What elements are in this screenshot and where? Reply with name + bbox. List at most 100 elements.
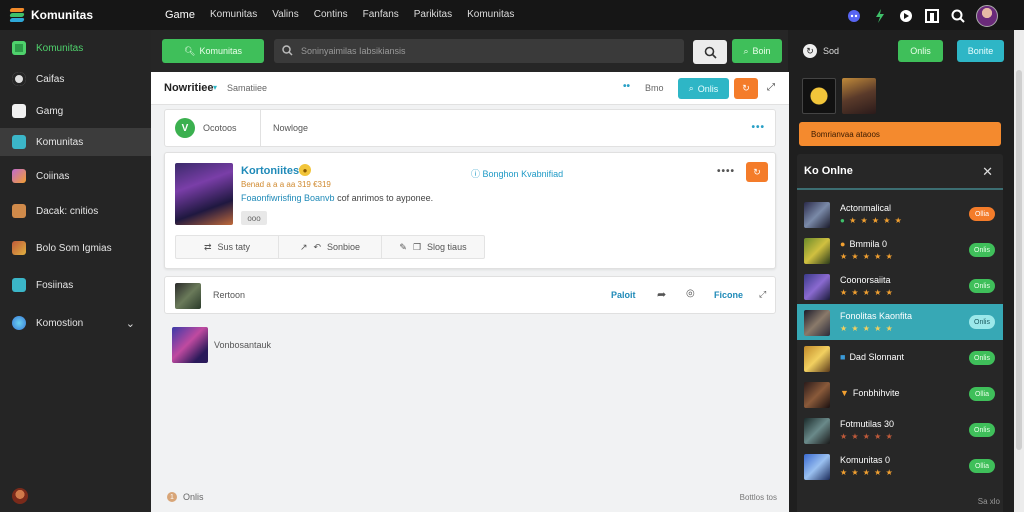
search-button[interactable] [693,40,727,64]
rating-stars: ★ ★ ★ ★ ★ [840,468,894,477]
status-badge[interactable]: Ollia [969,387,995,401]
nav-link-parikitas[interactable]: Parikitas [414,9,452,21]
user-avatar[interactable] [976,5,998,27]
tab-nowloge[interactable]: Nowloge [273,110,308,146]
status-badge[interactable]: Onlis [969,423,995,437]
user-avatar [804,454,830,480]
search-icon: ⌕ [743,45,749,56]
status-badge[interactable]: Onlis [969,243,995,257]
item-thumbnail [175,283,201,309]
sidebar-item-label: Gamg [36,105,64,117]
scrollbar-thumb[interactable] [1016,70,1022,450]
user-name: Coonorsaiita [840,275,891,285]
nav-link-komunitas-2[interactable]: Komunitas [467,9,514,21]
item-thumbnail [172,327,208,363]
post-actions: ⇄ Sus taty ↗ ↶ Sonbioe ✎ ❐ Slog tiaus [175,235,485,259]
app-logo[interactable]: Komunitas [0,7,150,23]
komunitas-button[interactable]: 🔍︎ Komunitas [162,39,264,63]
onlis-header-button[interactable]: ⌕ Onlis [678,78,729,99]
expand-icon[interactable]: ⤢ [759,289,766,300]
status-badge[interactable]: Onlis [969,315,995,329]
status-badge[interactable]: Ollia [969,459,995,473]
right-panel: ↻ Sod Onlis Bonite Bomrianvaa ataoos Ko … [789,30,1014,512]
back-icon: ↶ [313,241,322,252]
sidebar-item-bolo[interactable]: Bolo Som Igmias [0,234,151,262]
refresh-button[interactable]: ↻ [734,78,758,99]
post-tag[interactable]: ooo [241,211,267,225]
bag-icon [12,104,26,118]
post-author[interactable]: Kortoniitest [241,165,303,177]
sidebar-user-avatar[interactable] [12,488,28,504]
search-icon[interactable] [950,8,966,24]
circle-icon[interactable]: ◎ [686,288,695,299]
more-dots-icon[interactable]: •••• [717,166,735,177]
app-name: Komunitas [31,8,94,22]
online-user-row[interactable]: ■ Dad Slonnant Onlis [797,340,1003,376]
expand-icon[interactable]: ⤢ [767,82,775,93]
nav-link-valins[interactable]: Valins [272,9,299,21]
online-user-row[interactable]: ▼ Fonbhihvite Ollia [797,376,1003,412]
panel-footer: Sa xlo [977,497,1000,506]
nav-link-game[interactable]: Game [165,9,195,21]
list-item[interactable]: Rertoon Paloit ➦ ◎ Ficone ⤢ [164,276,776,314]
online-user-row[interactable]: Coonorsaiita ★ ★ ★ ★ ★ Onlis [797,268,1003,304]
sidebar-item-coiinas[interactable]: Coiinas [0,162,151,190]
action-slog-tiaus[interactable]: ✎ ❐ Slog tiaus [382,236,484,258]
play-icon[interactable] [898,8,914,24]
online-user-row-selected[interactable]: Fonolitas Kaonfita ★ ★ ★ ★ ★ Onlis [797,304,1003,340]
status-badge[interactable]: Onlis [969,351,995,365]
chevron-down-icon[interactable]: ⌄ [126,317,135,330]
chevron-down-icon[interactable]: ▾ [213,83,217,92]
tab-bar: V Ocotoos Nowloge ••• [164,109,776,147]
boin-button[interactable]: ⌕ Boin [732,39,782,63]
page-scrollbar[interactable] [1014,30,1024,512]
post-text-link[interactable]: Foaonfiwrisfing Boanvb [241,193,335,203]
more-dots-icon[interactable]: •• [623,81,630,92]
discord-icon[interactable] [846,8,862,24]
online-user-row[interactable]: Fotmutilas 30 ★ ★ ★ ★ ★ Onlis [797,412,1003,448]
game-thumbnail[interactable] [842,78,876,114]
tab-ocotoos[interactable]: V Ocotoos [165,110,261,146]
globe-icon [12,316,26,330]
action-sonbioe[interactable]: ↗ ↶ Sonbioe [279,236,382,258]
sidebar-item-dacak[interactable]: Dacak: cnitios [0,197,151,225]
nav-link-fanfans[interactable]: Fanfans [363,9,399,21]
sidebar-item-gamg[interactable]: Gamg [0,97,151,125]
list-item[interactable]: Vonbosantauk [164,322,776,368]
online-user-row[interactable]: Actonmalical ● ★ ★ ★ ★ ★ Ollia [797,196,1003,232]
online-user-row[interactable]: Komunitas 0 ★ ★ ★ ★ ★ Ollia [797,448,1003,484]
sidebar-item-komostion[interactable]: Komostion ⌄ [0,309,151,337]
status-badge[interactable]: Ollia [969,207,995,221]
bonite-button[interactable]: Bonite [957,40,1004,62]
item-link-2[interactable]: Ficone [714,290,743,300]
nav-link-contins[interactable]: Contins [314,9,348,21]
sidebar-item-komunitas[interactable]: Komunitas [0,34,151,62]
post-text: Foaonfiwrisfing Boanvb cof anrimos to ay… [241,193,434,203]
action-sus-taty[interactable]: ⇄ Sus taty [176,236,279,258]
share-icon[interactable]: ➦ [657,288,666,301]
sidebar-item-caifas[interactable]: Caifas [0,65,151,93]
item-link[interactable]: Paloit [611,290,636,300]
game-thumbnail[interactable] [802,78,836,114]
onlis-button[interactable]: Onlis [898,40,943,62]
panel-icon[interactable] [924,8,940,24]
bolt-icon[interactable] [872,8,888,24]
footer-link[interactable]: Bottlos tos [740,493,777,502]
refresh-icon: ↻ [803,44,817,58]
user-name: Fonolitas Kaonfita [840,311,913,321]
status-badge[interactable]: Onlis [969,279,995,293]
orange-banner[interactable]: Bomrianvaa ataoos [799,122,1001,146]
post-action-button[interactable]: ↻ [746,162,768,182]
close-icon[interactable]: ✕ [982,164,993,180]
main-content: Nowritiee ▾ Samatiiee •• Bmo ⌕ Onlis ↻ ⤢… [151,72,789,512]
sidebar-item-fosiinas[interactable]: Fosiinas [0,271,151,299]
online-user-row[interactable]: ● Bmmila 0 ★ ★ ★ ★ ★ Onlis [797,232,1003,268]
search-input[interactable]: Soninyaimilas Iabsikiansis [274,39,684,63]
header-link[interactable]: Bmo [645,83,664,93]
sidebar-item-komunitas-active[interactable]: Komunitas [0,128,151,156]
nav-link-komunitas[interactable]: Komunitas [210,9,257,21]
user-avatar [804,238,830,264]
post-right-link[interactable]: ⓘ Bonghon Kvabnifiad [471,167,563,180]
more-dots-icon[interactable]: ••• [751,122,765,133]
badge-icon: ■ [840,352,846,362]
